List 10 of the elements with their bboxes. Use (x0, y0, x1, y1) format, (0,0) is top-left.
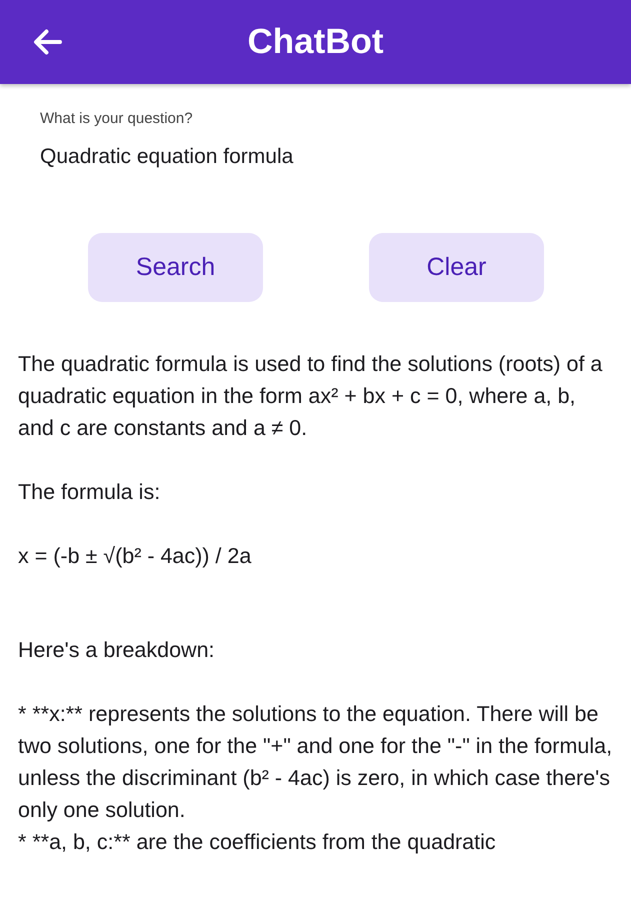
clear-button[interactable]: Clear (369, 233, 544, 302)
search-button[interactable]: Search (88, 233, 263, 302)
answer-text: x = (-b ± √(b² - 4ac)) / 2a (18, 543, 252, 570)
answer-text: Here's a breakdown: (18, 637, 216, 664)
question-field[interactable]: What is your question? Quadratic equation formula (40, 110, 591, 169)
answer-text: * **x:** represents the solutions to the equation. There will be two solutions, one for the "+" and one for the "-" in the formula, unless the discriminant (b² - 4ac) is zero, in which case there's only one solution. (18, 701, 613, 824)
answer-text: * **a, b, c:** are the coefficients from the quadratic (18, 829, 497, 856)
app-title: ChatBot (247, 22, 384, 62)
answer-text: The formula is: (18, 479, 162, 506)
answer-text: The quadratic formula is used to find the solutions (roots) of a quadratic equation in the form ax² + bx + c = 0, where a, b, and c are constants and a ≠ 0. (18, 351, 604, 442)
